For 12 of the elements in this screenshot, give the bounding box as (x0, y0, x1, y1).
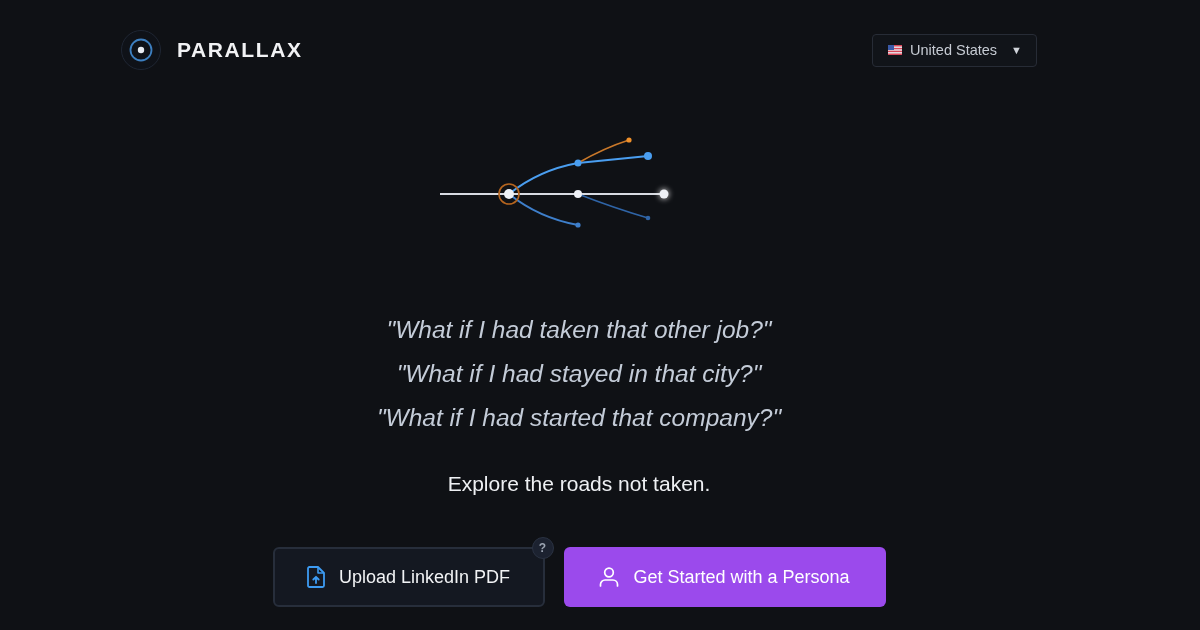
quote-text: "What if I had started that company?" (376, 403, 782, 433)
flag-icon (888, 45, 903, 55)
brand-name: PARALLAX (177, 38, 303, 62)
quote-text: "What if I had taken that other job?" (385, 315, 774, 345)
tagline: Explore the roads not taken. (447, 471, 711, 497)
file-upload-icon (306, 566, 325, 588)
user-icon (599, 567, 620, 587)
get-started-button[interactable]: Get Started with a Persona (563, 547, 886, 607)
quote-text: "What if I had stayed in that city?" (395, 359, 764, 389)
country-selector[interactable]: United States ▼ (872, 33, 1037, 67)
logo-icon (121, 30, 161, 70)
help-badge[interactable]: ? (531, 537, 554, 559)
